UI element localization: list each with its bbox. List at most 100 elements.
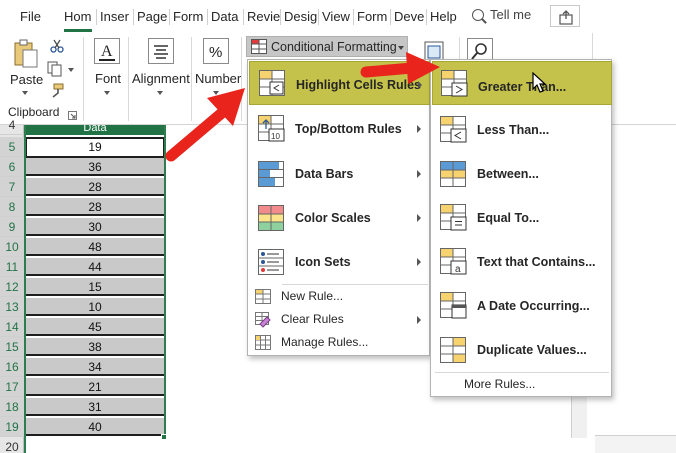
- svg-text:10: 10: [271, 132, 280, 141]
- paste-label[interactable]: Paste: [10, 72, 43, 87]
- menu-item-icon-sets[interactable]: Icon Sets: [248, 240, 429, 284]
- menu-item-greater-than[interactable]: Greater Than...: [432, 61, 612, 105]
- row-number[interactable]: 11: [0, 257, 24, 277]
- active-tab-indicator: [64, 29, 92, 32]
- share-icon: [559, 10, 573, 25]
- alignment-dropdown-caret[interactable]: [157, 91, 163, 95]
- table-cell[interactable]: 15: [25, 278, 165, 296]
- row-number[interactable]: 10: [0, 237, 24, 257]
- tab-formulas[interactable]: Form: [173, 9, 203, 24]
- column-header-cell[interactable]: Data: [25, 125, 165, 135]
- tab-home[interactable]: Hom: [64, 9, 91, 24]
- chevron-right-icon: [417, 214, 421, 222]
- mouse-cursor-icon: [532, 72, 546, 93]
- table-cell[interactable]: 48: [25, 238, 165, 256]
- menu-item-label: More Rules...: [464, 377, 536, 391]
- row-number[interactable]: 19: [0, 417, 24, 437]
- row-number[interactable]: 9: [0, 217, 24, 237]
- copy-icon[interactable]: [47, 61, 65, 80]
- table-cell[interactable]: 19: [25, 137, 165, 158]
- tab-design[interactable]: Desig: [284, 9, 317, 24]
- table-cell[interactable]: 40: [25, 418, 165, 436]
- row-number[interactable]: 16: [0, 357, 24, 377]
- horizontal-scrollbar[interactable]: [595, 435, 676, 453]
- table-cell[interactable]: 21: [25, 378, 165, 396]
- row-number[interactable]: 4: [0, 115, 24, 135]
- color-scales-icon: [258, 205, 284, 231]
- paste-icon[interactable]: [12, 39, 40, 72]
- red-arrow-annotation: [360, 52, 440, 84]
- menu-item-label: Icon Sets: [295, 255, 351, 269]
- clipboard-launcher-icon[interactable]: [68, 109, 77, 123]
- table-cell[interactable]: 38: [25, 338, 165, 356]
- highlight-cells-icon: [259, 70, 285, 96]
- highlight-cells-rules-submenu: Greater Than... Less Than... Between...: [430, 59, 612, 397]
- svg-text:a: a: [455, 264, 461, 275]
- row-number[interactable]: 7: [0, 177, 24, 197]
- row-number[interactable]: 6: [0, 157, 24, 177]
- table-cell[interactable]: 31: [25, 398, 165, 416]
- menu-item-more-rules[interactable]: More Rules...: [431, 374, 611, 396]
- table-cell[interactable]: 45: [25, 318, 165, 336]
- fill-handle[interactable]: [161, 434, 167, 440]
- row-number[interactable]: 5: [0, 137, 24, 157]
- table-cell[interactable]: 30: [25, 218, 165, 236]
- menu-item-label: Clear Rules: [281, 312, 344, 326]
- table-cell[interactable]: 36: [25, 158, 165, 176]
- share-button[interactable]: [550, 5, 580, 27]
- tab-data[interactable]: Data: [211, 9, 238, 24]
- font-dropdown-caret[interactable]: [104, 91, 110, 95]
- copy-dropdown-caret[interactable]: [68, 68, 74, 72]
- tab-view[interactable]: View: [322, 9, 350, 24]
- tell-me-search[interactable]: Tell me: [472, 7, 531, 22]
- table-cell[interactable]: 34: [25, 358, 165, 376]
- format-painter-icon[interactable]: [48, 83, 64, 102]
- menu-item-new-rule[interactable]: New Rule...: [248, 286, 429, 308]
- row-number[interactable]: 15: [0, 337, 24, 357]
- row-number[interactable]: 17: [0, 377, 24, 397]
- tab-developer[interactable]: Deve: [394, 9, 424, 24]
- row-headers: 4 5 6 7 8 9 10 11 12 13 14 15 16 17 18 1…: [0, 118, 24, 453]
- table-cell[interactable]: 28: [25, 178, 165, 196]
- menu-item-data-bars[interactable]: Data Bars: [248, 152, 429, 196]
- menu-item-clear-rules[interactable]: Clear Rules: [248, 309, 429, 331]
- paste-dropdown-caret[interactable]: [22, 91, 28, 95]
- row-number[interactable]: 12: [0, 277, 24, 297]
- tab-separator: [133, 9, 134, 25]
- menu-item-equal-to[interactable]: Equal To...: [431, 196, 611, 240]
- menu-item-text-contains[interactable]: a Text that Contains...: [431, 240, 611, 284]
- group-separator: [83, 37, 84, 121]
- row-number[interactable]: 13: [0, 297, 24, 317]
- table-cell[interactable]: 10: [25, 298, 165, 316]
- text-contains-icon: a: [440, 248, 467, 275]
- tab-format[interactable]: Form: [357, 9, 387, 24]
- chevron-right-icon: [417, 258, 421, 266]
- cut-icon[interactable]: [50, 39, 64, 56]
- table-cell[interactable]: 28: [25, 198, 165, 216]
- tab-separator: [318, 9, 319, 25]
- font-icon[interactable]: A: [94, 38, 120, 67]
- menu-item-top-bottom-rules[interactable]: 10 Top/Bottom Rules: [248, 107, 429, 151]
- tab-review[interactable]: Revie: [247, 9, 280, 24]
- percent-icon[interactable]: %: [203, 38, 229, 67]
- row-number[interactable]: 14: [0, 317, 24, 337]
- menu-item-less-than[interactable]: Less Than...: [431, 108, 611, 152]
- row-number[interactable]: 20: [0, 437, 24, 453]
- menu-item-color-scales[interactable]: Color Scales: [248, 196, 429, 240]
- table-cell[interactable]: 44: [25, 258, 165, 276]
- font-group-label[interactable]: Font: [95, 71, 121, 86]
- tab-separator: [96, 9, 97, 25]
- tab-file[interactable]: File: [20, 9, 41, 24]
- menu-item-label: Duplicate Values...: [477, 343, 587, 357]
- tab-separator: [207, 9, 208, 25]
- tab-insert[interactable]: Inser: [100, 9, 129, 24]
- tab-page-layout[interactable]: Page: [137, 9, 167, 24]
- tab-help[interactable]: Help: [430, 9, 457, 24]
- menu-item-date-occurring[interactable]: A Date Occurring...: [431, 284, 611, 328]
- row-number[interactable]: 18: [0, 397, 24, 417]
- menu-item-manage-rules[interactable]: Manage Rules...: [248, 332, 429, 354]
- menu-item-between[interactable]: Between...: [431, 152, 611, 196]
- menu-item-duplicate-values[interactable]: Duplicate Values...: [431, 328, 611, 372]
- alignment-icon[interactable]: [148, 38, 174, 67]
- row-number[interactable]: 8: [0, 197, 24, 217]
